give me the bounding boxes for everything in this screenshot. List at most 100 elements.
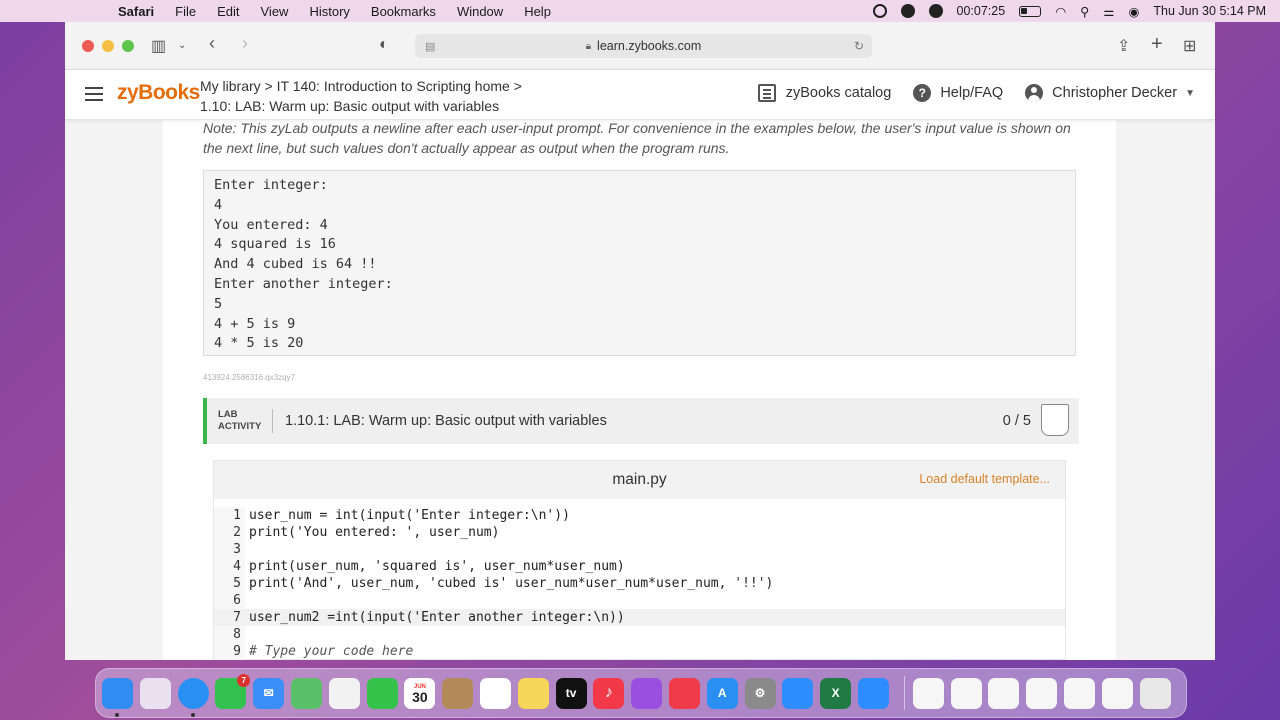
contacts-icon[interactable] xyxy=(442,677,474,709)
line-code[interactable]: user_num = int(input('Enter integer:\n')… xyxy=(249,507,570,524)
completion-shield-icon xyxy=(1041,404,1069,436)
music-icon[interactable]: ♪ xyxy=(593,677,625,709)
launchpad-icon[interactable] xyxy=(139,677,171,709)
menu-app-safari[interactable]: Safari xyxy=(118,4,154,19)
creative-cloud-icon[interactable] xyxy=(872,4,887,18)
zybooks-logo[interactable]: zyBooks xyxy=(117,81,200,105)
browser-toolbar: ▥ ⌄ ‹ › ◐ ▤ 🔒︎ learn.zybooks.com ↻ ⇪ + ⊞ xyxy=(65,22,1215,70)
document-thumbnail-icon[interactable] xyxy=(950,677,982,709)
system-preferences-icon[interactable]: ⚙ xyxy=(744,677,776,709)
content-area: Note: This zyLab outputs a newline after… xyxy=(65,120,1215,660)
breadcrumb-path[interactable]: My library > IT 140: Introduction to Scr… xyxy=(200,76,522,96)
menu-file[interactable]: File xyxy=(175,4,196,19)
code-line[interactable]: 8 xyxy=(214,626,1065,643)
zoom-window-button[interactable] xyxy=(122,39,134,52)
trash-icon[interactable] xyxy=(1139,677,1171,709)
mail-icon[interactable]: ✉ xyxy=(253,677,285,709)
line-code[interactable]: print('And', user_num, 'cubed is' user_n… xyxy=(249,575,773,592)
maps-icon[interactable] xyxy=(290,677,322,709)
news-icon[interactable] xyxy=(668,677,700,709)
menubar-status-area: 00:07:25 ◠ ⚲ ⚌ ◉ Thu Jun 30 5:14 PM xyxy=(872,0,1266,22)
user-avatar-icon xyxy=(1025,84,1044,102)
messages-icon[interactable]: 7 xyxy=(215,673,251,709)
sample-output-line: 4 * 5 is 20 xyxy=(214,335,304,352)
safari-icon[interactable] xyxy=(177,677,209,717)
sample-output-line: You entered: 4 xyxy=(214,216,328,233)
zoom-icon[interactable] xyxy=(782,677,814,709)
line-code[interactable]: user_num2 =int(input('Enter another inte… xyxy=(249,609,625,626)
line-number: 3 xyxy=(233,542,241,557)
wifi-icon[interactable]: ◠ xyxy=(1055,4,1066,19)
forward-button-icon[interactable]: › xyxy=(242,33,248,54)
help-link[interactable]: ? Help/FAQ xyxy=(913,84,1003,102)
user-menu[interactable]: Christopher Decker ▼ xyxy=(1025,84,1195,102)
lab-activity-tag: LAB ACTIVITY xyxy=(207,409,273,433)
catalog-link[interactable]: zyBooks catalog xyxy=(757,84,891,102)
document-thumbnail-icon[interactable] xyxy=(1101,677,1133,709)
excel-icon[interactable]: X xyxy=(820,677,852,709)
line-code[interactable]: print('You entered: ', user_num) xyxy=(249,524,499,541)
control-center-icon[interactable]: ⚌ xyxy=(1103,4,1114,19)
document-thumbnail-icon[interactable] xyxy=(1026,677,1058,709)
zoom-meeting-icon[interactable] xyxy=(857,677,889,709)
menu-history[interactable]: History xyxy=(309,4,349,19)
code-lines[interactable]: 1 user_num = int(input('Enter integer:\n'… xyxy=(214,507,1065,660)
battery-icon[interactable] xyxy=(1019,5,1042,17)
user-name: Christopher Decker xyxy=(1052,85,1178,101)
code-line[interactable]: 1 user_num = int(input('Enter integer:\n'… xyxy=(214,507,1065,524)
sample-output-line: 5 xyxy=(214,295,223,312)
menu-help[interactable]: Help xyxy=(524,4,551,19)
calendar-icon[interactable]: JUN 30 xyxy=(404,677,436,709)
code-line-active[interactable]: 7 user_num2 =int(input('Enter another int… xyxy=(214,609,1065,626)
podcasts-icon[interactable] xyxy=(631,677,663,709)
share-icon[interactable]: ⇪ xyxy=(1117,36,1130,56)
back-button-icon[interactable]: ‹ xyxy=(209,33,215,54)
sidebar-menu-chevron-icon[interactable]: ⌄ xyxy=(178,40,186,51)
load-default-template-link[interactable]: Load default template... xyxy=(919,472,1050,486)
close-window-button[interactable] xyxy=(82,39,94,52)
code-line[interactable]: 5 print('And', user_num, 'cubed is' user_… xyxy=(214,575,1065,592)
page-menu-icon[interactable]: ▤ xyxy=(425,40,435,53)
minimize-window-button[interactable] xyxy=(102,39,114,52)
facetime-icon[interactable] xyxy=(366,677,398,709)
document-thumbnail-icon[interactable] xyxy=(912,677,944,709)
siri-icon[interactable]: ◉ xyxy=(1129,4,1140,19)
caret-down-icon: ▼ xyxy=(1185,87,1195,99)
code-editor[interactable]: main.py Load default template... 1 user_n… xyxy=(213,460,1066,660)
document-thumbnail-icon[interactable] xyxy=(988,677,1020,709)
menubar-clock[interactable]: Thu Jun 30 5:14 PM xyxy=(1153,4,1266,18)
finder-icon[interactable] xyxy=(102,677,133,717)
code-line[interactable]: 6 xyxy=(214,592,1065,609)
code-line[interactable]: 4 print(user_num, 'squared is', user_num*… xyxy=(214,558,1065,575)
address-bar[interactable]: ▤ 🔒︎ learn.zybooks.com ↻ xyxy=(415,34,872,58)
menu-view[interactable]: View xyxy=(261,4,289,19)
new-tab-icon[interactable]: + xyxy=(1151,33,1163,56)
code-line[interactable]: 2 print('You entered: ', user_num) xyxy=(214,524,1065,541)
code-line[interactable]: 3 xyxy=(214,541,1065,558)
lab-score: 0 / 5 xyxy=(1002,413,1031,429)
menu-bookmarks[interactable]: Bookmarks xyxy=(371,4,436,19)
breadcrumb: My library > IT 140: Introduction to Scr… xyxy=(200,76,522,116)
pause-recording-icon[interactable] xyxy=(900,4,915,18)
menu-edit[interactable]: Edit xyxy=(217,4,239,19)
code-line[interactable]: 9 # Type your code here xyxy=(214,643,1065,660)
tab-overview-icon[interactable]: ⊞ xyxy=(1183,36,1196,56)
privacy-shield-icon[interactable]: ◐ xyxy=(379,36,389,54)
sample-output-line: 4 + 5 is 9 xyxy=(214,315,296,332)
stop-recording-icon[interactable] xyxy=(928,4,943,18)
appstore-icon[interactable]: A xyxy=(706,677,738,709)
photos-icon[interactable] xyxy=(328,677,360,709)
menu-window[interactable]: Window xyxy=(457,4,503,19)
reminders-icon[interactable] xyxy=(479,677,511,709)
notes-icon[interactable] xyxy=(517,677,549,709)
hamburger-menu-icon[interactable] xyxy=(85,87,103,105)
line-code[interactable]: # Type your code here xyxy=(249,643,413,660)
appletv-icon[interactable]: tv xyxy=(555,677,587,709)
sidebar-toggle-icon[interactable]: ▥ xyxy=(151,36,166,56)
document-thumbnail-icon[interactable] xyxy=(1063,677,1095,709)
line-code[interactable]: print(user_num, 'squared is', user_num*u… xyxy=(249,558,625,575)
calendar-day: 30 xyxy=(412,688,428,705)
reload-icon[interactable]: ↻ xyxy=(854,39,864,53)
spotlight-search-icon[interactable]: ⚲ xyxy=(1080,4,1089,19)
breadcrumb-section: 1.10: LAB: Warm up: Basic output with va… xyxy=(200,98,500,114)
